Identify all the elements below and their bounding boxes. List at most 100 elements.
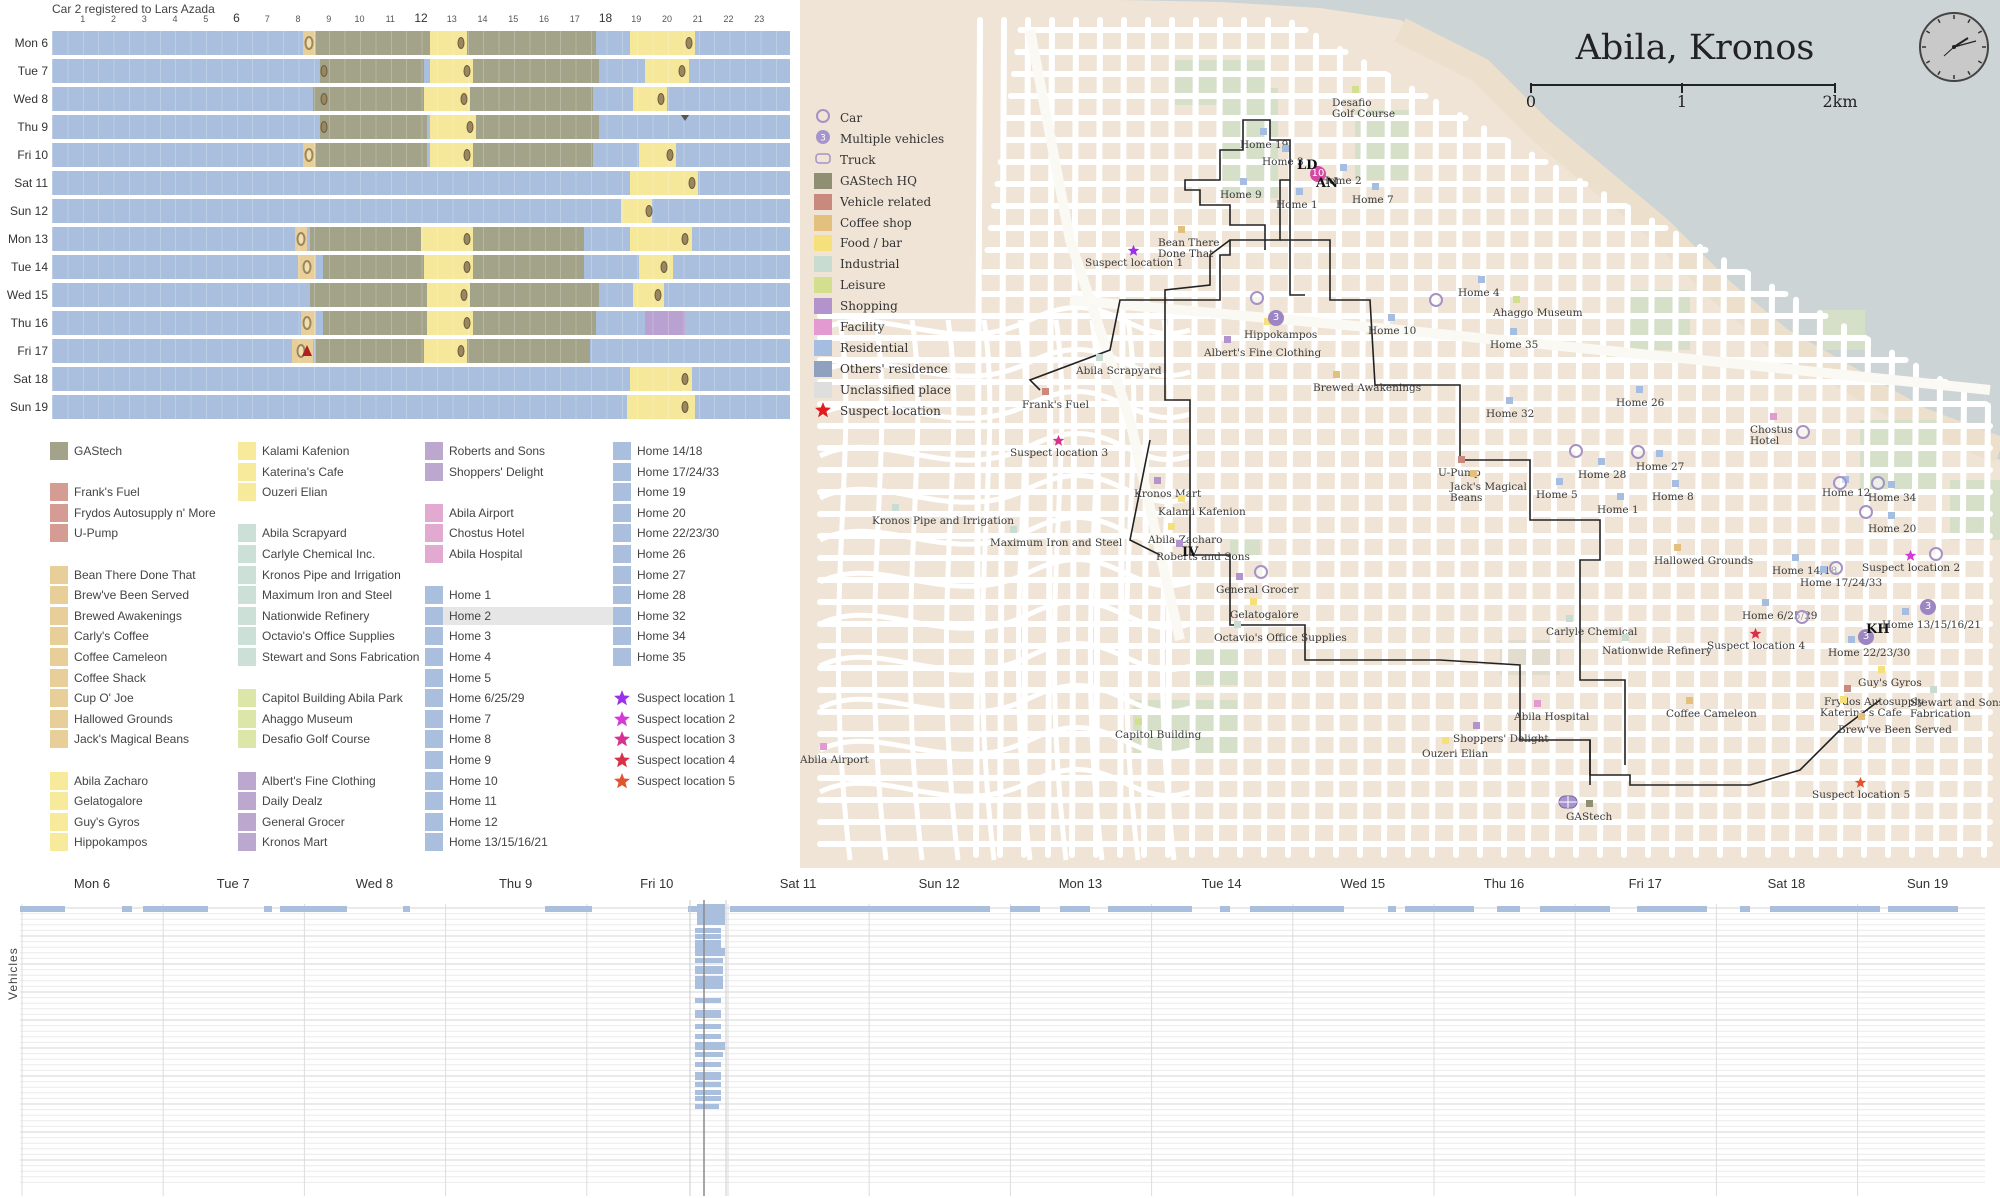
place-marker[interactable] bbox=[1674, 544, 1681, 551]
event-marker[interactable] bbox=[681, 115, 690, 121]
map-legend-item[interactable]: Car bbox=[814, 108, 862, 128]
day-activity-bar[interactable] bbox=[52, 339, 790, 363]
place-label[interactable]: Home 34 bbox=[1868, 493, 1916, 504]
stay-segment[interactable] bbox=[467, 31, 597, 55]
stop-marker[interactable] bbox=[685, 37, 693, 49]
legend-item[interactable]: Carly's Coffee bbox=[50, 627, 240, 646]
place-marker[interactable] bbox=[1930, 686, 1937, 693]
place-label[interactable]: Coffee Cameleon bbox=[1666, 709, 1757, 720]
place-marker[interactable] bbox=[1236, 573, 1243, 580]
stop-marker[interactable] bbox=[320, 121, 328, 133]
place-marker[interactable] bbox=[1902, 608, 1909, 615]
legend-item[interactable]: Home 9 bbox=[425, 751, 615, 769]
day-row[interactable]: Fri 10 bbox=[0, 142, 800, 168]
day-row[interactable]: Wed 8 bbox=[0, 86, 800, 112]
legend-item[interactable]: Suspect location 5 bbox=[613, 772, 803, 790]
place-label[interactable]: Roberts and Sons bbox=[1156, 552, 1250, 563]
legend-item[interactable]: Suspect location 4 bbox=[613, 751, 803, 769]
activity-bar[interactable] bbox=[1770, 906, 1880, 912]
legend-item[interactable]: Home 8 bbox=[425, 730, 615, 749]
activity-bar[interactable] bbox=[695, 1034, 721, 1039]
stay-segment[interactable] bbox=[473, 311, 597, 335]
activity-bar[interactable] bbox=[1010, 906, 1040, 912]
place-label[interactable]: Home 5 bbox=[1536, 490, 1578, 501]
activity-bar[interactable] bbox=[695, 1062, 721, 1067]
stop-marker[interactable] bbox=[320, 65, 328, 77]
place-marker[interactable] bbox=[1250, 598, 1257, 605]
map-legend-item[interactable]: Vehicle related bbox=[814, 192, 931, 212]
place-marker[interactable] bbox=[1534, 700, 1541, 707]
place-label[interactable]: Hippokampos bbox=[1244, 330, 1317, 341]
day-activity-bar[interactable] bbox=[52, 31, 790, 55]
place-label[interactable]: Gelatogalore bbox=[1230, 610, 1299, 621]
legend-item[interactable]: Maximum Iron and Steel bbox=[238, 586, 428, 605]
legend-item[interactable]: Home 17/24/33 bbox=[613, 462, 803, 481]
place-marker[interactable] bbox=[1458, 456, 1465, 463]
place-label[interactable]: Home 27 bbox=[1636, 462, 1684, 473]
place-label[interactable]: Desafio Golf Course bbox=[1332, 98, 1395, 120]
legend-item[interactable]: Home 4 bbox=[425, 648, 615, 666]
activity-bar[interactable] bbox=[695, 948, 725, 956]
place-marker[interactable] bbox=[892, 504, 899, 511]
legend-item[interactable]: GAStech bbox=[50, 442, 240, 460]
legend-item[interactable]: Shoppers' Delight bbox=[425, 462, 615, 481]
driver-initials[interactable]: LD bbox=[1297, 158, 1317, 173]
place-label[interactable]: Home 22/23/30 bbox=[1828, 648, 1910, 659]
place-label[interactable]: Frank's Fuel bbox=[1022, 400, 1089, 411]
legend-item[interactable]: Suspect location 1 bbox=[613, 689, 803, 707]
legend-item[interactable]: Home 13/15/16/21 bbox=[425, 833, 615, 852]
place-marker[interactable] bbox=[1770, 413, 1777, 420]
place-label[interactable]: Capitol Building bbox=[1115, 730, 1201, 741]
place-marker[interactable] bbox=[1340, 164, 1347, 171]
legend-item[interactable]: Abila Zacharo bbox=[50, 771, 240, 790]
stay-segment[interactable] bbox=[645, 311, 686, 335]
day-row[interactable]: Sat 11 bbox=[0, 170, 800, 196]
place-marker[interactable] bbox=[1792, 554, 1799, 561]
activity-bar[interactable] bbox=[695, 1082, 721, 1087]
car-icon[interactable] bbox=[1795, 610, 1809, 624]
legend-item[interactable]: Home 6/25/29 bbox=[425, 689, 615, 708]
place-label[interactable]: Home 26 bbox=[1616, 398, 1664, 409]
activity-bar[interactable] bbox=[695, 1072, 721, 1080]
car-icon[interactable] bbox=[1929, 547, 1943, 561]
place-label[interactable]: Home 28 bbox=[1578, 470, 1626, 481]
place-label[interactable]: Ahaggo Museum bbox=[1493, 308, 1583, 319]
stop-marker[interactable] bbox=[681, 373, 689, 385]
place-marker[interactable] bbox=[1636, 386, 1643, 393]
place-marker[interactable] bbox=[1686, 697, 1693, 704]
legend-item[interactable]: Daily Dealz bbox=[238, 792, 428, 811]
activity-bar[interactable] bbox=[403, 906, 410, 912]
legend-item[interactable]: Frydos Autosupply n' More bbox=[50, 503, 240, 522]
activity-bar[interactable] bbox=[1250, 906, 1344, 912]
stop-marker[interactable] bbox=[688, 177, 696, 189]
day-row[interactable]: Mon 6 bbox=[0, 30, 800, 56]
place-marker[interactable] bbox=[1878, 666, 1885, 673]
place-marker[interactable] bbox=[1888, 481, 1895, 488]
suspect-star-icon[interactable] bbox=[1854, 776, 1867, 789]
place-marker[interactable] bbox=[1352, 86, 1359, 93]
place-label[interactable]: Abila Scrapyard bbox=[1076, 366, 1162, 377]
legend-item[interactable]: Home 3 bbox=[425, 627, 615, 646]
place-marker[interactable] bbox=[1042, 388, 1049, 395]
stop-marker[interactable] bbox=[302, 260, 312, 274]
day-row[interactable]: Thu 9 bbox=[0, 114, 800, 140]
activity-bar[interactable] bbox=[264, 906, 272, 912]
stop-marker[interactable] bbox=[457, 345, 465, 357]
stay-segment[interactable] bbox=[313, 87, 425, 111]
place-label[interactable]: Brew've Been Served bbox=[1838, 725, 1952, 736]
activity-bar[interactable] bbox=[695, 940, 721, 948]
activity-bar[interactable] bbox=[695, 958, 723, 963]
place-label[interactable]: Suspect location 5 bbox=[1812, 790, 1910, 801]
place-marker[interactable] bbox=[1513, 296, 1520, 303]
place-label[interactable]: Suspect location 4 bbox=[1707, 641, 1805, 652]
place-label[interactable]: Suspect location 3 bbox=[1010, 448, 1108, 459]
place-marker[interactable] bbox=[1844, 685, 1851, 692]
activity-bar[interactable] bbox=[20, 906, 65, 912]
legend-item[interactable]: Albert's Fine Clothing bbox=[238, 771, 428, 790]
place-marker[interactable] bbox=[1566, 615, 1573, 622]
place-label[interactable]: Home 4 bbox=[1458, 288, 1500, 299]
legend-item[interactable]: Carlyle Chemical Inc. bbox=[238, 545, 428, 563]
place-marker[interactable] bbox=[1820, 566, 1827, 573]
multiple-vehicles-icon[interactable]: 3 bbox=[1268, 310, 1284, 326]
place-marker[interactable] bbox=[1656, 450, 1663, 457]
